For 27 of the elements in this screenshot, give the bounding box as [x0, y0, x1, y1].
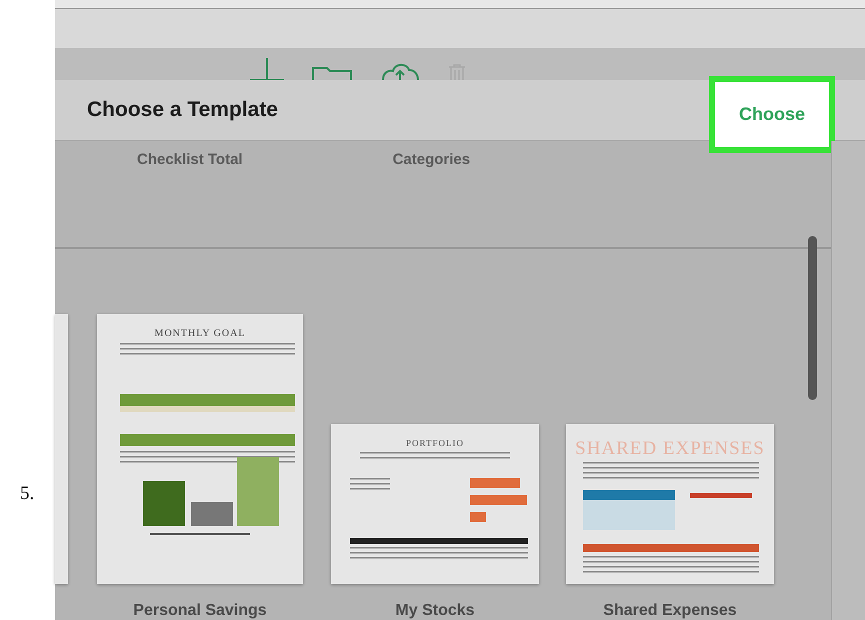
chart-bar [470, 512, 486, 522]
template-preview-title: MONTHLY GOAL [154, 328, 246, 339]
chart-bar [470, 478, 520, 488]
chart-bar [470, 495, 527, 505]
category-label: Categories [392, 151, 470, 170]
choose-button[interactable]: Choose [709, 76, 835, 152]
template-thumbnail[interactable]: PORTFOLIO [331, 424, 539, 584]
folder-icon[interactable] [312, 66, 352, 80]
template-preview-title: PORTFOLIO [406, 438, 464, 448]
category-label: Checklist Total [137, 151, 243, 170]
placeholder-text-lines [350, 478, 390, 490]
template-preview-title: SHARED EXPENSES [575, 438, 765, 460]
trash-icon[interactable] [448, 64, 466, 80]
template-name: My Stocks [395, 602, 475, 620]
chart-bar [191, 502, 233, 526]
scrollbar[interactable] [808, 236, 817, 400]
add-icon[interactable] [250, 58, 284, 80]
dialog-title: Choose a Template [87, 98, 278, 122]
step-number: 5. [20, 483, 34, 505]
template-thumbnail[interactable]: MONTHLY GOAL [97, 314, 303, 584]
template-name: Personal Savings [133, 602, 267, 620]
chart-bar [143, 481, 185, 526]
chart-bar [237, 457, 279, 526]
cloud-upload-icon[interactable] [380, 62, 420, 80]
chart-bar [690, 493, 752, 498]
template-thumbnail[interactable] [55, 314, 68, 584]
template-name: Shared Expenses [603, 602, 737, 620]
